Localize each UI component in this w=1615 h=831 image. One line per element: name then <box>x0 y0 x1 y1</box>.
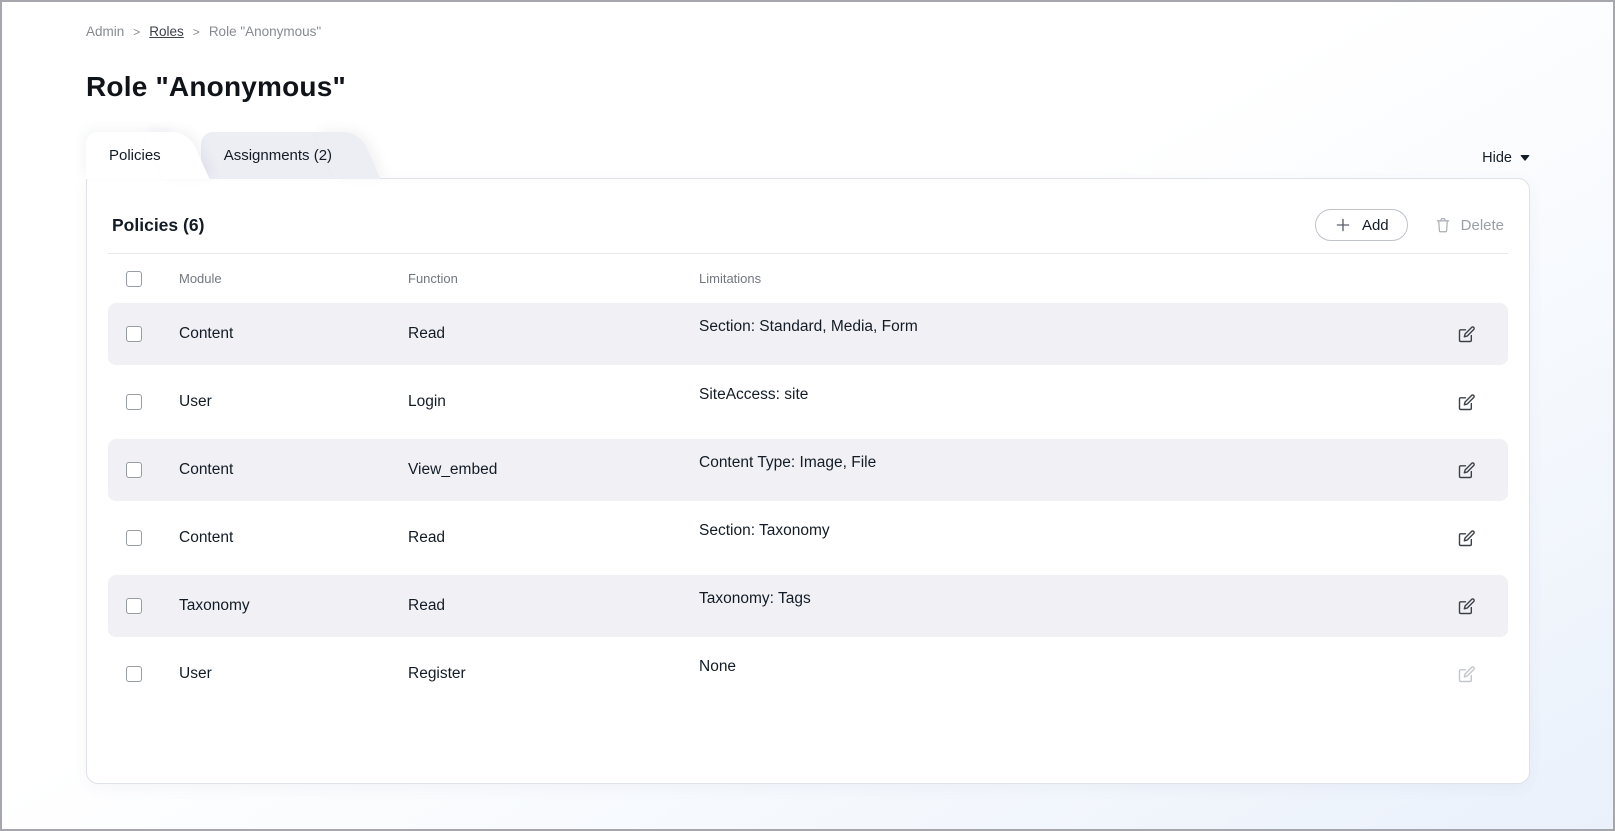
column-header-limitations: Limitations <box>699 271 1456 286</box>
edit-policy-button[interactable] <box>1456 596 1476 617</box>
cell-module: User <box>179 665 408 683</box>
cell-function: Login <box>408 393 699 411</box>
edit-icon <box>1456 528 1477 549</box>
panel-header: Policies (6) Add Delete <box>108 199 1508 251</box>
add-policy-button[interactable]: Add <box>1315 209 1408 241</box>
edit-policy-button[interactable] <box>1456 528 1476 549</box>
breadcrumb-item-admin[interactable]: Admin <box>86 24 124 39</box>
cell-limitations: Content Type: Image, File <box>699 454 1456 472</box>
cell-function: Read <box>408 529 699 547</box>
breadcrumb-separator: > <box>133 25 140 39</box>
policies-table: Module Function Limitations Content Read… <box>108 253 1508 705</box>
table-row: Content View_embed Content Type: Image, … <box>108 439 1508 501</box>
row-checkbox[interactable] <box>126 326 142 342</box>
edit-policy-button[interactable] <box>1456 460 1476 481</box>
cell-module: User <box>179 393 408 411</box>
cell-limitations: Section: Taxonomy <box>699 522 1456 540</box>
cell-limitations: Section: Standard, Media, Form <box>699 318 1456 336</box>
cell-limitations: SiteAccess: site <box>699 386 1456 404</box>
trash-icon <box>1434 216 1452 234</box>
tab-assignments[interactable]: Assignments (2) <box>201 132 346 179</box>
edit-policy-button <box>1456 664 1476 685</box>
table-row: User Register None <box>108 643 1508 705</box>
edit-icon <box>1456 596 1477 617</box>
app-window: Admin > Roles > Role "Anonymous" Role "A… <box>0 0 1615 831</box>
content-area: Policies Assignments (2) Hide Policies (… <box>2 131 1613 784</box>
select-all-checkbox[interactable] <box>126 271 142 287</box>
edit-policy-button[interactable] <box>1456 392 1476 413</box>
cell-module: Taxonomy <box>179 597 408 615</box>
hide-dropdown-label: Hide <box>1482 150 1512 166</box>
chevron-down-icon <box>1520 155 1530 161</box>
delete-policy-button[interactable]: Delete <box>1434 216 1504 234</box>
table-row: Content Read Section: Standard, Media, F… <box>108 303 1508 365</box>
delete-policy-label: Delete <box>1461 217 1504 234</box>
tab-policies-label: Policies <box>109 147 161 164</box>
edit-policy-button[interactable] <box>1456 324 1476 345</box>
cell-function: Register <box>408 665 699 683</box>
row-checkbox[interactable] <box>126 530 142 546</box>
cell-module: Content <box>179 461 408 479</box>
table-row: Content Read Section: Taxonomy <box>108 507 1508 569</box>
cell-function: Read <box>408 325 699 343</box>
plus-icon <box>1334 216 1352 234</box>
panel-heading: Policies (6) <box>112 215 204 236</box>
cell-function: Read <box>408 597 699 615</box>
row-checkbox[interactable] <box>126 462 142 478</box>
cell-limitations: None <box>699 658 1456 676</box>
table-row: Taxonomy Read Taxonomy: Tags <box>108 575 1508 637</box>
add-policy-label: Add <box>1362 217 1389 234</box>
row-checkbox[interactable] <box>126 394 142 410</box>
row-checkbox[interactable] <box>126 666 142 682</box>
tab-policies[interactable]: Policies <box>86 132 175 179</box>
row-checkbox[interactable] <box>126 598 142 614</box>
tab-assignments-label: Assignments (2) <box>224 147 332 164</box>
tabs-row: Policies Assignments (2) Hide <box>86 131 1530 178</box>
table-header-row: Module Function Limitations <box>108 253 1508 303</box>
breadcrumb-separator: > <box>193 25 200 39</box>
column-header-module: Module <box>179 271 408 286</box>
page-title: Role "Anonymous" <box>86 71 1530 103</box>
cell-module: Content <box>179 529 408 547</box>
hide-dropdown[interactable]: Hide <box>1482 150 1530 166</box>
breadcrumb-item-current: Role "Anonymous" <box>209 24 321 39</box>
cell-function: View_embed <box>408 461 699 479</box>
breadcrumb-item-roles[interactable]: Roles <box>149 24 184 39</box>
column-header-function: Function <box>408 271 699 286</box>
page-header: Admin > Roles > Role "Anonymous" Role "A… <box>2 2 1613 103</box>
edit-icon <box>1456 664 1477 685</box>
table-row: User Login SiteAccess: site <box>108 371 1508 433</box>
breadcrumb: Admin > Roles > Role "Anonymous" <box>86 24 1530 39</box>
tab-bar: Policies Assignments (2) <box>86 132 346 178</box>
cell-limitations: Taxonomy: Tags <box>699 590 1456 608</box>
cell-module: Content <box>179 325 408 343</box>
edit-icon <box>1456 392 1477 413</box>
panel-actions: Add Delete <box>1315 209 1504 241</box>
edit-icon <box>1456 324 1477 345</box>
policies-panel: Policies (6) Add Delete <box>86 178 1530 784</box>
edit-icon <box>1456 460 1477 481</box>
